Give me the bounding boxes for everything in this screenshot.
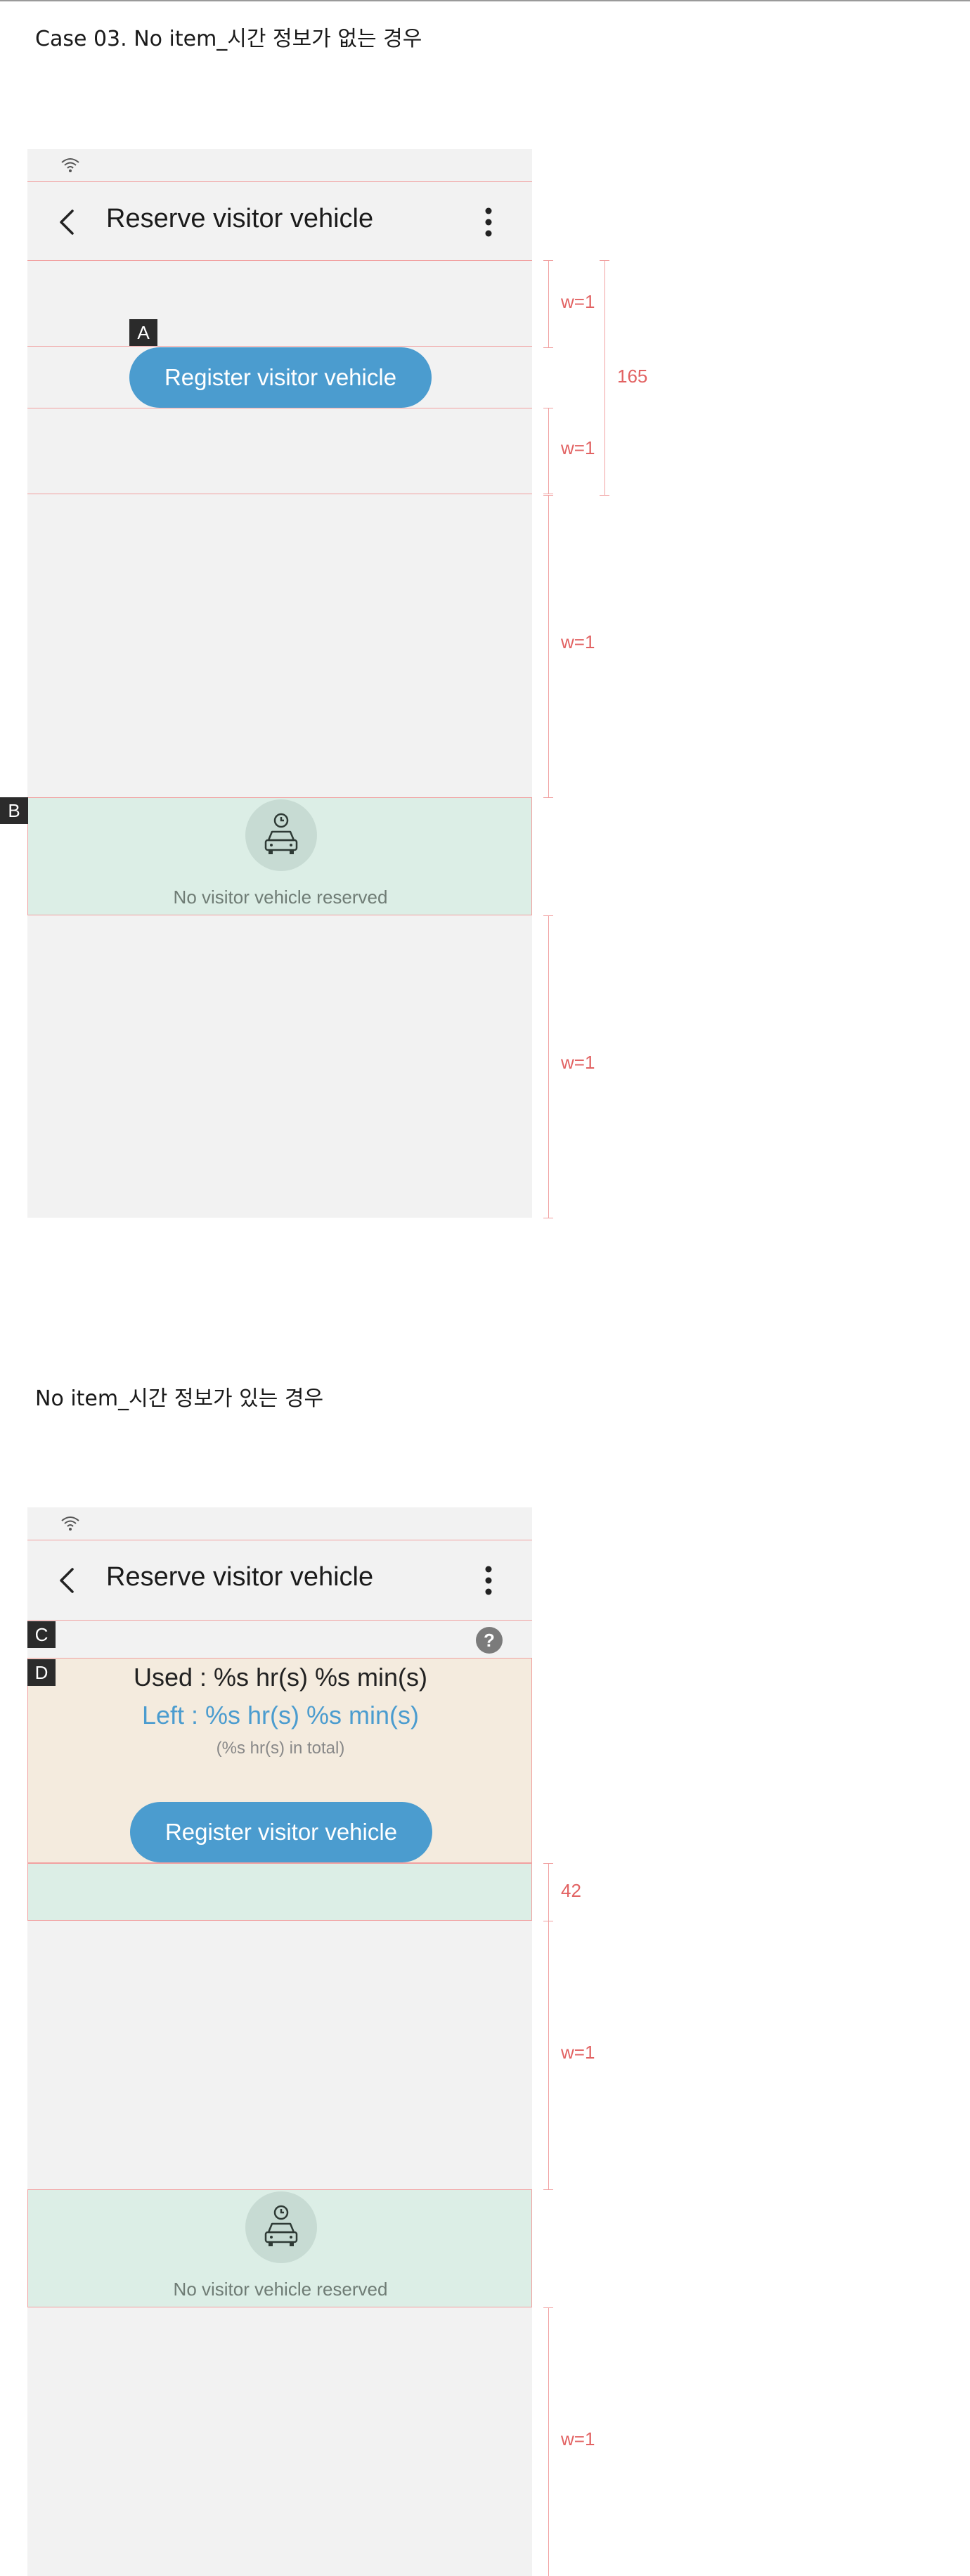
spacer-panel: [27, 1863, 532, 1921]
dimension-tick: [543, 495, 553, 496]
more-vert-icon[interactable]: [481, 207, 496, 238]
register-visitor-vehicle-button[interactable]: Register visitor vehicle: [130, 1802, 432, 1862]
back-arrow-icon[interactable]: [56, 1566, 77, 1595]
time-info-panel: Used : %s hr(s) %s min(s) Left : %s hr(s…: [27, 1658, 532, 1863]
more-vert-icon[interactable]: [481, 1565, 496, 1596]
dimension-label: w=1: [561, 2428, 595, 2449]
empty-state-text: No visitor vehicle reserved: [173, 2279, 388, 2300]
dimension-line: [548, 260, 549, 347]
dimension-label: w=1: [561, 437, 595, 458]
dimension-tick: [600, 495, 609, 496]
dimension-label: w=1: [561, 2042, 595, 2063]
dimension-label: 165: [617, 366, 648, 387]
dimension-label: w=1: [561, 631, 595, 652]
page-title: Reserve visitor vehicle: [106, 204, 374, 233]
case1-phone-screen: Reserve visitor vehicle A Register visit…: [27, 149, 532, 1218]
status-bar: [27, 149, 532, 181]
wifi-icon: [61, 1516, 79, 1531]
left-time-text: Left : %s hr(s) %s min(s): [141, 1701, 420, 1730]
register-visitor-vehicle-button[interactable]: Register visitor vehicle: [129, 347, 432, 408]
dimension-line: [548, 495, 549, 797]
annotation-tag-d: D: [27, 1659, 56, 1686]
dimension-tick: [543, 1863, 553, 1864]
annotation-tag-b: B: [0, 797, 28, 824]
dimension-line: [548, 915, 549, 1218]
top-divider: [0, 0, 970, 1]
case1-section-title: Case 03. No item_시간 정보가 없는 경우: [35, 27, 422, 51]
case2-section-title: No item_시간 정보가 있는 경우: [35, 1386, 324, 1411]
dimension-line: [548, 2307, 549, 2576]
dimension-tick: [543, 347, 553, 348]
status-bar: [27, 1507, 532, 1540]
back-arrow-icon[interactable]: [56, 208, 77, 236]
annotation-tag-a: A: [129, 319, 157, 346]
app-bar: Reserve visitor vehicle: [27, 181, 532, 260]
dimension-label: w=1: [561, 291, 595, 312]
guide-line: [27, 1620, 532, 1621]
dimension-line: [548, 408, 549, 494]
wifi-icon: [61, 158, 79, 172]
help-icon[interactable]: ?: [476, 1627, 503, 1654]
dimension-tick: [543, 2189, 553, 2190]
page-title: Reserve visitor vehicle: [106, 1562, 374, 1592]
annotation-tag-c: C: [27, 1621, 56, 1648]
dimension-line: [604, 260, 605, 495]
dimension-tick: [600, 260, 609, 261]
guide-line: [27, 260, 532, 261]
app-bar: Reserve visitor vehicle: [27, 1540, 532, 1618]
empty-state-panel: No visitor vehicle reserved: [27, 797, 532, 915]
dimension-tick: [543, 797, 553, 798]
empty-state-panel: No visitor vehicle reserved: [27, 2189, 532, 2307]
dimension-tick: [543, 2307, 553, 2308]
car-clock-icon: [245, 799, 317, 871]
car-clock-icon: [245, 2191, 317, 2263]
dimension-line: [548, 1863, 549, 1921]
dimension-tick: [543, 260, 553, 261]
dimension-label: 42: [561, 1880, 581, 1901]
total-time-text: (%s hr(s) in total): [216, 1739, 345, 1758]
dimension-label: w=1: [561, 1052, 595, 1073]
guide-line: [27, 346, 532, 347]
used-time-text: Used : %s hr(s) %s min(s): [133, 1663, 428, 1692]
dimension-tick: [543, 915, 553, 916]
empty-state-text: No visitor vehicle reserved: [173, 887, 388, 908]
case2-phone-screen: Reserve visitor vehicle ? Used : %s hr(s…: [27, 1507, 532, 2576]
dimension-line: [548, 1921, 549, 2189]
